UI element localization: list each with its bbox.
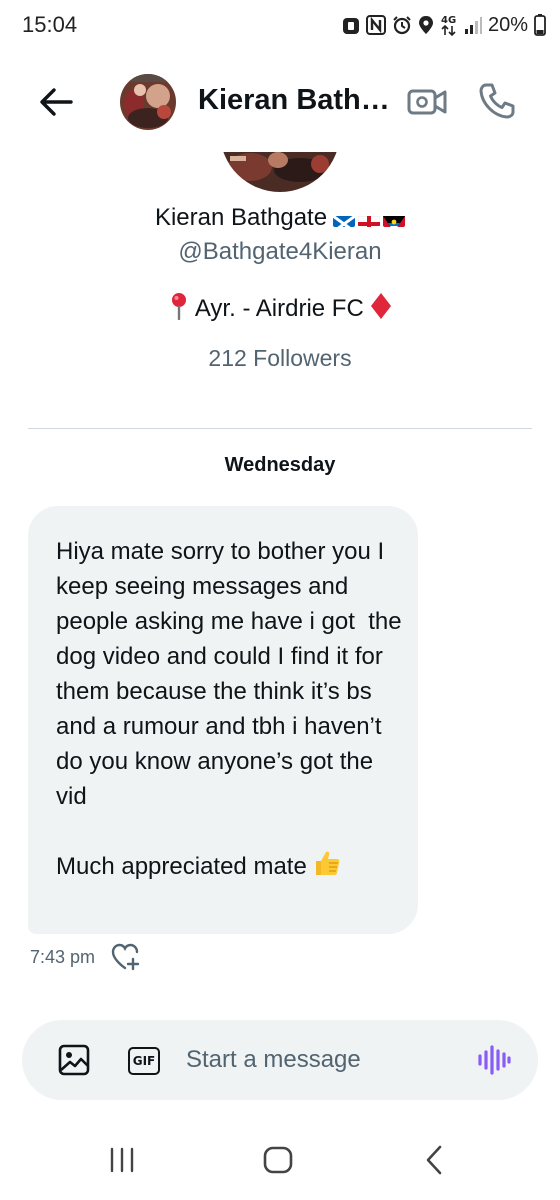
- diamond-icon: [370, 292, 392, 327]
- antigua-flag-icon: [383, 211, 406, 227]
- signal-icon: [464, 15, 482, 35]
- video-call-icon: [407, 89, 447, 115]
- voice-message-button[interactable]: [474, 1040, 514, 1080]
- heart-plus-icon: [111, 943, 140, 971]
- call-button[interactable]: [474, 78, 520, 124]
- message-body: Hiya mate sorry to bother you I keep see…: [56, 538, 402, 880]
- thumbs-up-icon: [313, 849, 341, 887]
- home-button[interactable]: [258, 1142, 298, 1178]
- profile-name: Kieran Bathgate: [154, 204, 328, 231]
- gif-button[interactable]: GIF: [126, 1044, 162, 1078]
- svg-text:4G: 4G: [441, 15, 456, 26]
- phone-icon: [479, 83, 515, 119]
- flag-emojis: [333, 211, 406, 227]
- add-reaction-button[interactable]: [111, 942, 141, 972]
- system-back-button[interactable]: [414, 1142, 454, 1178]
- chevron-left-icon: [426, 1145, 442, 1175]
- message-bubble[interactable]: Hiya mate sorry to bother you I keep see…: [28, 506, 418, 934]
- day-separator: Wednesday: [224, 454, 336, 476]
- recent-apps-icon: [110, 1147, 134, 1173]
- england-flag-icon: [358, 211, 381, 227]
- back-arrow-icon: [40, 88, 73, 116]
- message-text: Hiya mate sorry to bother you I keep see…: [56, 534, 406, 887]
- back-button[interactable]: [34, 80, 78, 124]
- profile-name-row: Kieran Bathgate: [0, 204, 560, 232]
- conversation-header: Kieran Bath…: [0, 62, 560, 144]
- gif-icon: GIF: [128, 1047, 160, 1075]
- followers-count[interactable]: 212 Followers: [0, 345, 560, 372]
- scotland-flag-icon: [333, 211, 356, 227]
- message-composer: GIF: [22, 1020, 538, 1100]
- image-icon: [58, 1044, 90, 1076]
- alarm-icon: [392, 15, 412, 35]
- profile-photo[interactable]: [220, 152, 340, 192]
- status-bar: 15:04 4G 20%: [0, 0, 560, 52]
- profile-bio-row: Ayr. - Airdrie FC: [0, 292, 560, 327]
- pin-icon: [168, 292, 190, 327]
- video-call-button[interactable]: [404, 80, 450, 124]
- conversation-title[interactable]: Kieran Bath…: [198, 84, 388, 117]
- notification-icon: [342, 15, 360, 35]
- avatar[interactable]: [120, 74, 176, 130]
- nfc-icon: [365, 15, 386, 35]
- status-icons: 4G 20%: [342, 10, 546, 40]
- network-4g-icon: 4G: [440, 13, 458, 37]
- message-input[interactable]: [186, 1040, 446, 1080]
- location-icon: [418, 15, 434, 35]
- voice-icon: [478, 1045, 511, 1075]
- status-time: 15:04: [22, 12, 78, 37]
- home-icon: [263, 1146, 293, 1174]
- battery-level: 20%: [487, 13, 528, 36]
- battery-icon: [534, 14, 546, 36]
- recent-apps-button[interactable]: [102, 1142, 142, 1178]
- divider: [28, 428, 532, 429]
- add-photo-button[interactable]: [56, 1042, 92, 1078]
- message-meta: 7:43 pm: [30, 942, 141, 972]
- profile-handle: @Bathgate4Kieran: [178, 238, 382, 265]
- profile-bio: Ayr. - Airdrie FC: [194, 294, 364, 322]
- message-time: 7:43 pm: [30, 946, 96, 967]
